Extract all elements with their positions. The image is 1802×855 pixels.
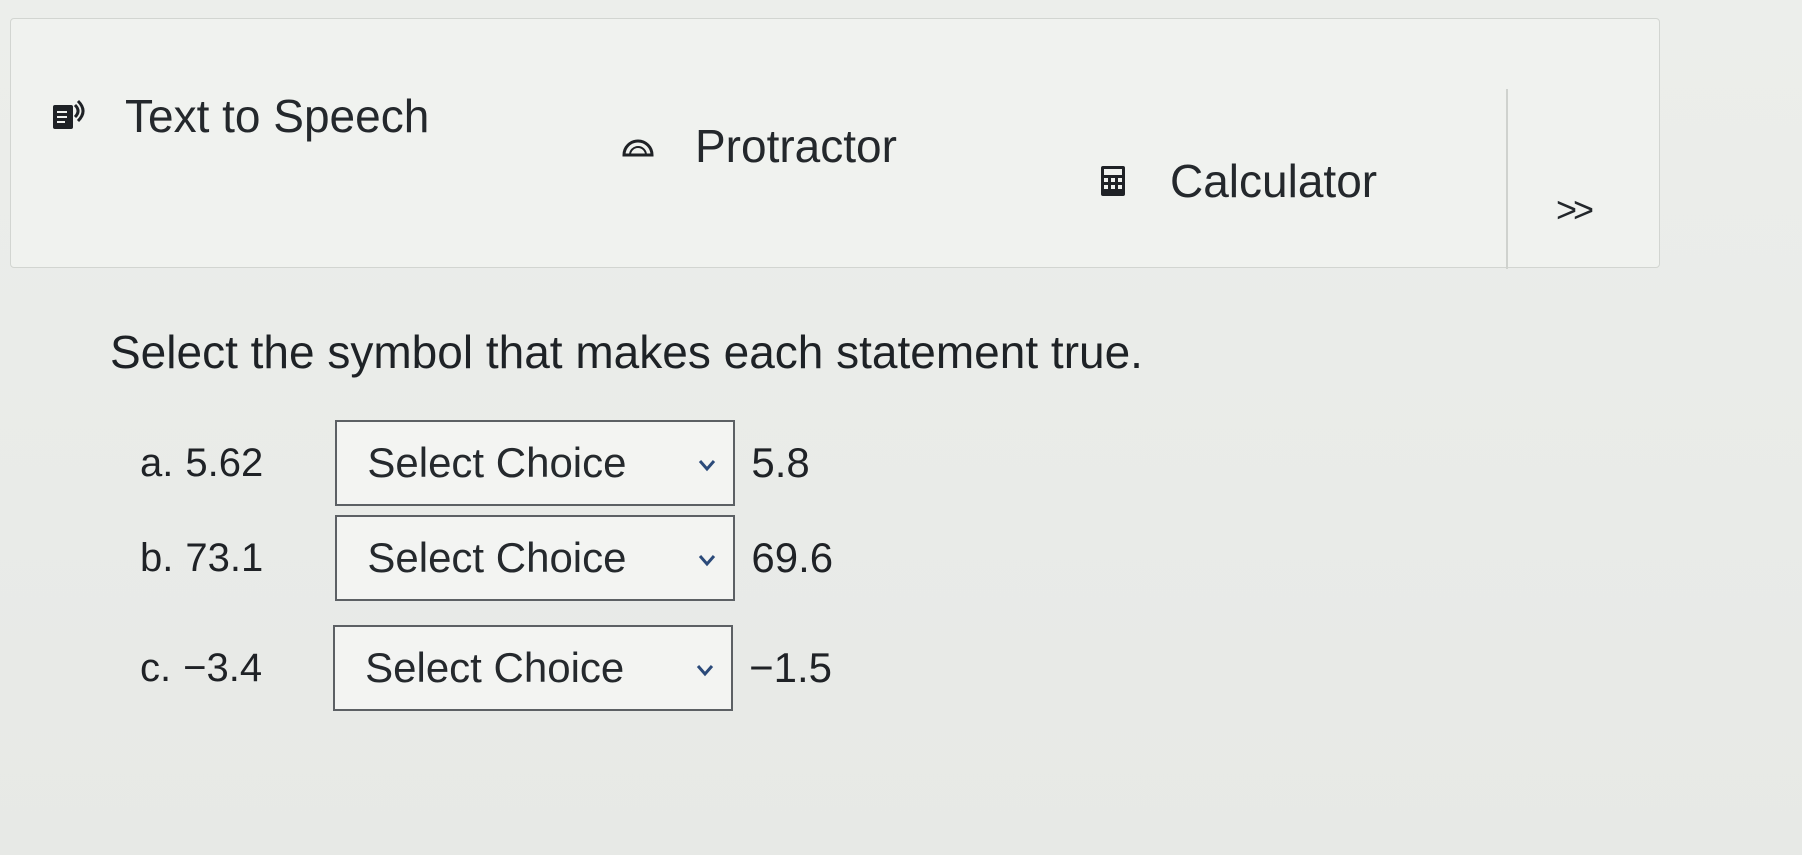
calculator-label: Calculator bbox=[1170, 155, 1378, 207]
right-value: −1.5 bbox=[749, 644, 833, 691]
select-placeholder: Select Choice bbox=[365, 644, 625, 691]
symbol-select-b[interactable]: Select Choice bbox=[335, 515, 736, 601]
left-value: −3.4 bbox=[183, 645, 263, 690]
chevron-down-icon bbox=[699, 460, 716, 472]
item-letter: b. bbox=[140, 535, 174, 580]
select-placeholder: Select Choice bbox=[367, 534, 627, 581]
symbol-select-c[interactable]: Select Choice bbox=[333, 625, 734, 711]
tools-toolbar: Text to Speech Protractor Calculator >> bbox=[10, 18, 1660, 269]
question-prompt: Select the symbol that makes each statem… bbox=[110, 326, 1143, 378]
statement-row-a: a. 5.62 Select Choice 5.8 bbox=[140, 420, 810, 506]
left-value: 5.62 bbox=[185, 440, 264, 485]
page: Text to Speech Protractor Calculator >> … bbox=[0, 0, 1802, 855]
select-placeholder: Select Choice bbox=[367, 439, 627, 486]
calculator-button[interactable]: Calculator bbox=[1096, 154, 1377, 208]
speaker-doc-icon bbox=[51, 99, 85, 133]
statement-row-c: c. −3.4 Select Choice −1.5 bbox=[140, 625, 832, 711]
right-value: 69.6 bbox=[751, 534, 834, 581]
item-letter: a. bbox=[140, 440, 174, 485]
more-tools-button[interactable]: >> bbox=[1556, 189, 1594, 231]
chevron-down-icon bbox=[696, 665, 714, 677]
item-letter: c. bbox=[140, 645, 172, 690]
protractor-icon bbox=[621, 129, 655, 163]
calculator-icon bbox=[1096, 164, 1130, 198]
chevron-down-icon bbox=[699, 555, 716, 567]
statement-row-b: b. 73.1 Select Choice 69.6 bbox=[140, 515, 833, 601]
text-to-speech-button[interactable]: Text to Speech bbox=[51, 89, 429, 143]
toolbar-divider bbox=[1506, 89, 1508, 269]
protractor-label: Protractor bbox=[695, 120, 897, 172]
right-value: 5.8 bbox=[751, 439, 810, 486]
text-to-speech-label: Text to Speech bbox=[125, 90, 430, 142]
left-value: 73.1 bbox=[185, 535, 264, 580]
symbol-select-a[interactable]: Select Choice bbox=[335, 420, 736, 506]
protractor-button[interactable]: Protractor bbox=[621, 119, 897, 173]
